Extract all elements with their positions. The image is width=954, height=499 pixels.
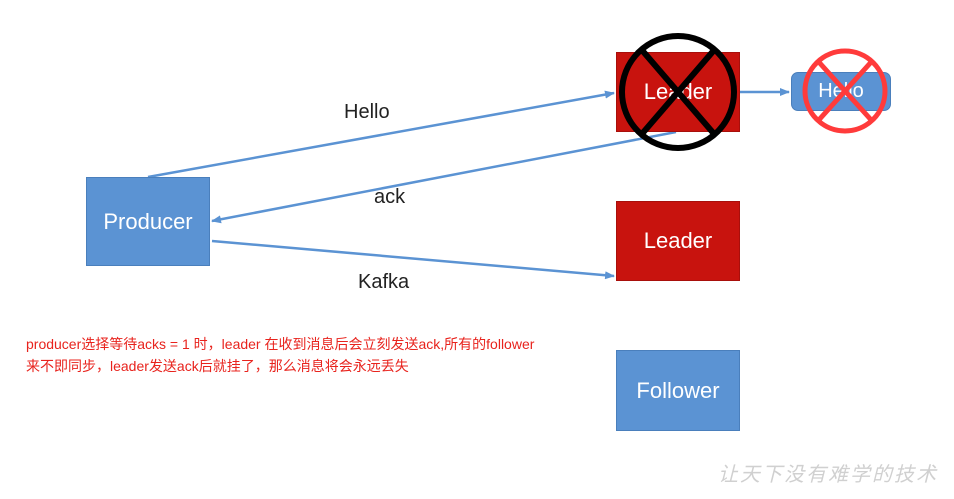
edge-label-hello: Hello [344, 101, 390, 123]
diagram-canvas: Producer Leader Hello Leader Follower He… [0, 0, 954, 499]
watermark-text: 让天下没有难学的技术 [718, 462, 938, 486]
edge-label-kafka: Kafka [358, 271, 410, 293]
crosses-layer [619, 33, 888, 151]
edge-label-ack: ack [374, 186, 406, 208]
explanation-note: producer选择等待acks = 1 时，leader 在收到消息后会立刻发… [26, 336, 535, 374]
red-cross-icon [802, 48, 888, 134]
black-cross-icon [619, 33, 737, 151]
